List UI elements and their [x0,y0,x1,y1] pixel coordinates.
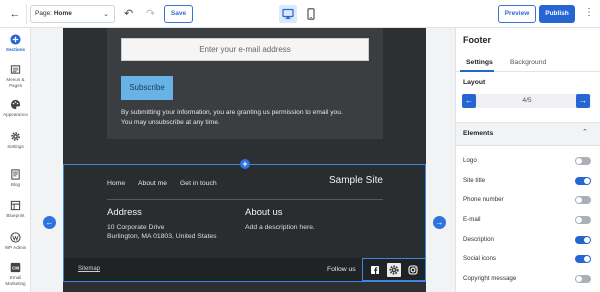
palette-icon [10,99,21,110]
email-input[interactable]: Enter your e-mail address [121,38,369,61]
toggle-email[interactable] [575,216,591,224]
nav-label: Settings [7,144,24,149]
chevron-down-icon: ⌄ [103,11,109,18]
facebook-icon[interactable] [368,263,382,277]
layout-prev-arrow-icon[interactable]: ← [462,94,476,108]
nav-sections[interactable]: Sections [0,34,31,53]
chevron-up-icon[interactable]: ⌃ [582,128,588,136]
page-select[interactable]: Page: Home ⌄ [30,5,115,23]
sitemap-link[interactable]: Sitemap [78,266,100,272]
nav-blueprint[interactable]: Blueprint [0,200,31,219]
nav-menus-pages[interactable]: Menus & Pages [0,64,31,88]
footer-nav-home[interactable]: Home [107,180,125,187]
follow-us-label: Follow us [327,266,356,273]
toggle-copyright[interactable] [575,275,591,283]
toggle-description[interactable] [575,236,591,244]
more-options-icon[interactable]: ⋮ [584,6,594,20]
element-label-copyright: Copyright message [463,275,517,282]
toggle-knob [576,158,582,164]
toggle-knob [576,197,582,203]
toggle-phone[interactable] [575,196,591,204]
element-label-social-icons: Social icons [463,255,497,262]
consent-text: By submitting your information, you are … [121,108,381,127]
mobile-view-button[interactable] [302,5,320,23]
panel-title: Footer [463,35,491,45]
gear-icon[interactable] [387,263,401,277]
address-line: 10 Corporate Drive [107,224,165,231]
undo-icon[interactable]: ↶ [124,7,133,21]
toggle-logo[interactable] [575,157,591,165]
element-label-description: Description [463,236,494,243]
nav-blog[interactable]: Blog [0,169,31,188]
publish-button[interactable]: Publish [539,5,575,23]
layout-next-arrow-icon[interactable]: → [576,94,590,108]
consent-line: You may unsubscribe at any time. [121,118,220,126]
footer-divider [107,199,383,200]
desktop-view-button[interactable] [279,5,297,23]
subscribe-button[interactable]: Subscribe [121,76,173,100]
about-heading[interactable]: About us [245,207,283,218]
page-select-prefix: Page: [35,10,52,17]
toggle-social-icons[interactable] [575,255,591,263]
blog-icon [11,169,20,180]
footer-site-title[interactable]: Sample Site [329,175,383,186]
toggle-knob [584,178,590,184]
prev-layout-arrow-icon[interactable]: ← [43,216,56,229]
menu-pages-icon [10,65,21,74]
nav-label: WP Admin [4,245,27,250]
element-label-phone: Phone number [463,196,504,203]
gear-icon [11,132,20,141]
address-heading[interactable]: Address [107,207,142,218]
nav-label: Sections [5,47,26,52]
instagram-icon[interactable] [406,263,420,277]
toggle-knob [576,217,582,223]
element-label-logo: Logo [463,157,477,164]
nav-label: Email Marketing [5,275,26,286]
elements-label: Elements [463,130,494,137]
save-button[interactable]: Save [164,5,193,23]
consent-line: By submitting your information, you are … [121,109,343,116]
blueprint-icon [10,200,21,211]
preview-button[interactable]: Preview [498,5,536,23]
toggle-site-title[interactable] [575,177,591,185]
layout-value: 4/5 [522,97,532,104]
next-layout-arrow-icon[interactable]: → [433,216,446,229]
element-label-site-title: Site title [463,177,486,184]
divider [26,4,27,24]
active-tab-indicator [460,70,494,72]
desktop-icon [282,8,294,20]
nav-label: Blueprint [6,213,25,218]
nav-label: Appearance [3,112,28,117]
nav-settings[interactable]: Settings [0,131,31,150]
nav-appearance[interactable]: Appearance [0,99,31,118]
add-section-button[interactable]: + [240,159,250,169]
plus-circle-icon [10,34,21,45]
redo-icon[interactable]: ↷ [146,7,155,21]
nav-email-marketing[interactable]: CM Email Marketing [0,262,31,286]
svg-text:CM: CM [12,266,19,271]
footer-nav-about[interactable]: About me [138,180,167,187]
address-line: Burlington, MA 01803, United States [107,233,217,240]
toggle-knob [576,276,582,282]
element-label-email: E-mail [463,216,481,223]
layout-label: Layout [463,79,486,86]
wordpress-icon [10,232,21,243]
mobile-icon [307,8,315,20]
nav-label: Menus & Pages [6,77,25,88]
page-select-value: Home [53,10,72,17]
back-arrow-icon[interactable]: ← [8,7,22,21]
tab-settings[interactable]: Settings [466,59,493,66]
nav-wp-admin[interactable]: WP Admin [0,232,31,251]
about-description: Add a description here. [245,224,315,231]
toggle-knob [584,237,590,243]
tab-background[interactable]: Background [510,59,546,66]
nav-label: Blog [10,182,21,187]
footer-nav-contact[interactable]: Get in touch [180,180,217,187]
toggle-knob [584,256,590,262]
cm-icon: CM [10,262,21,273]
